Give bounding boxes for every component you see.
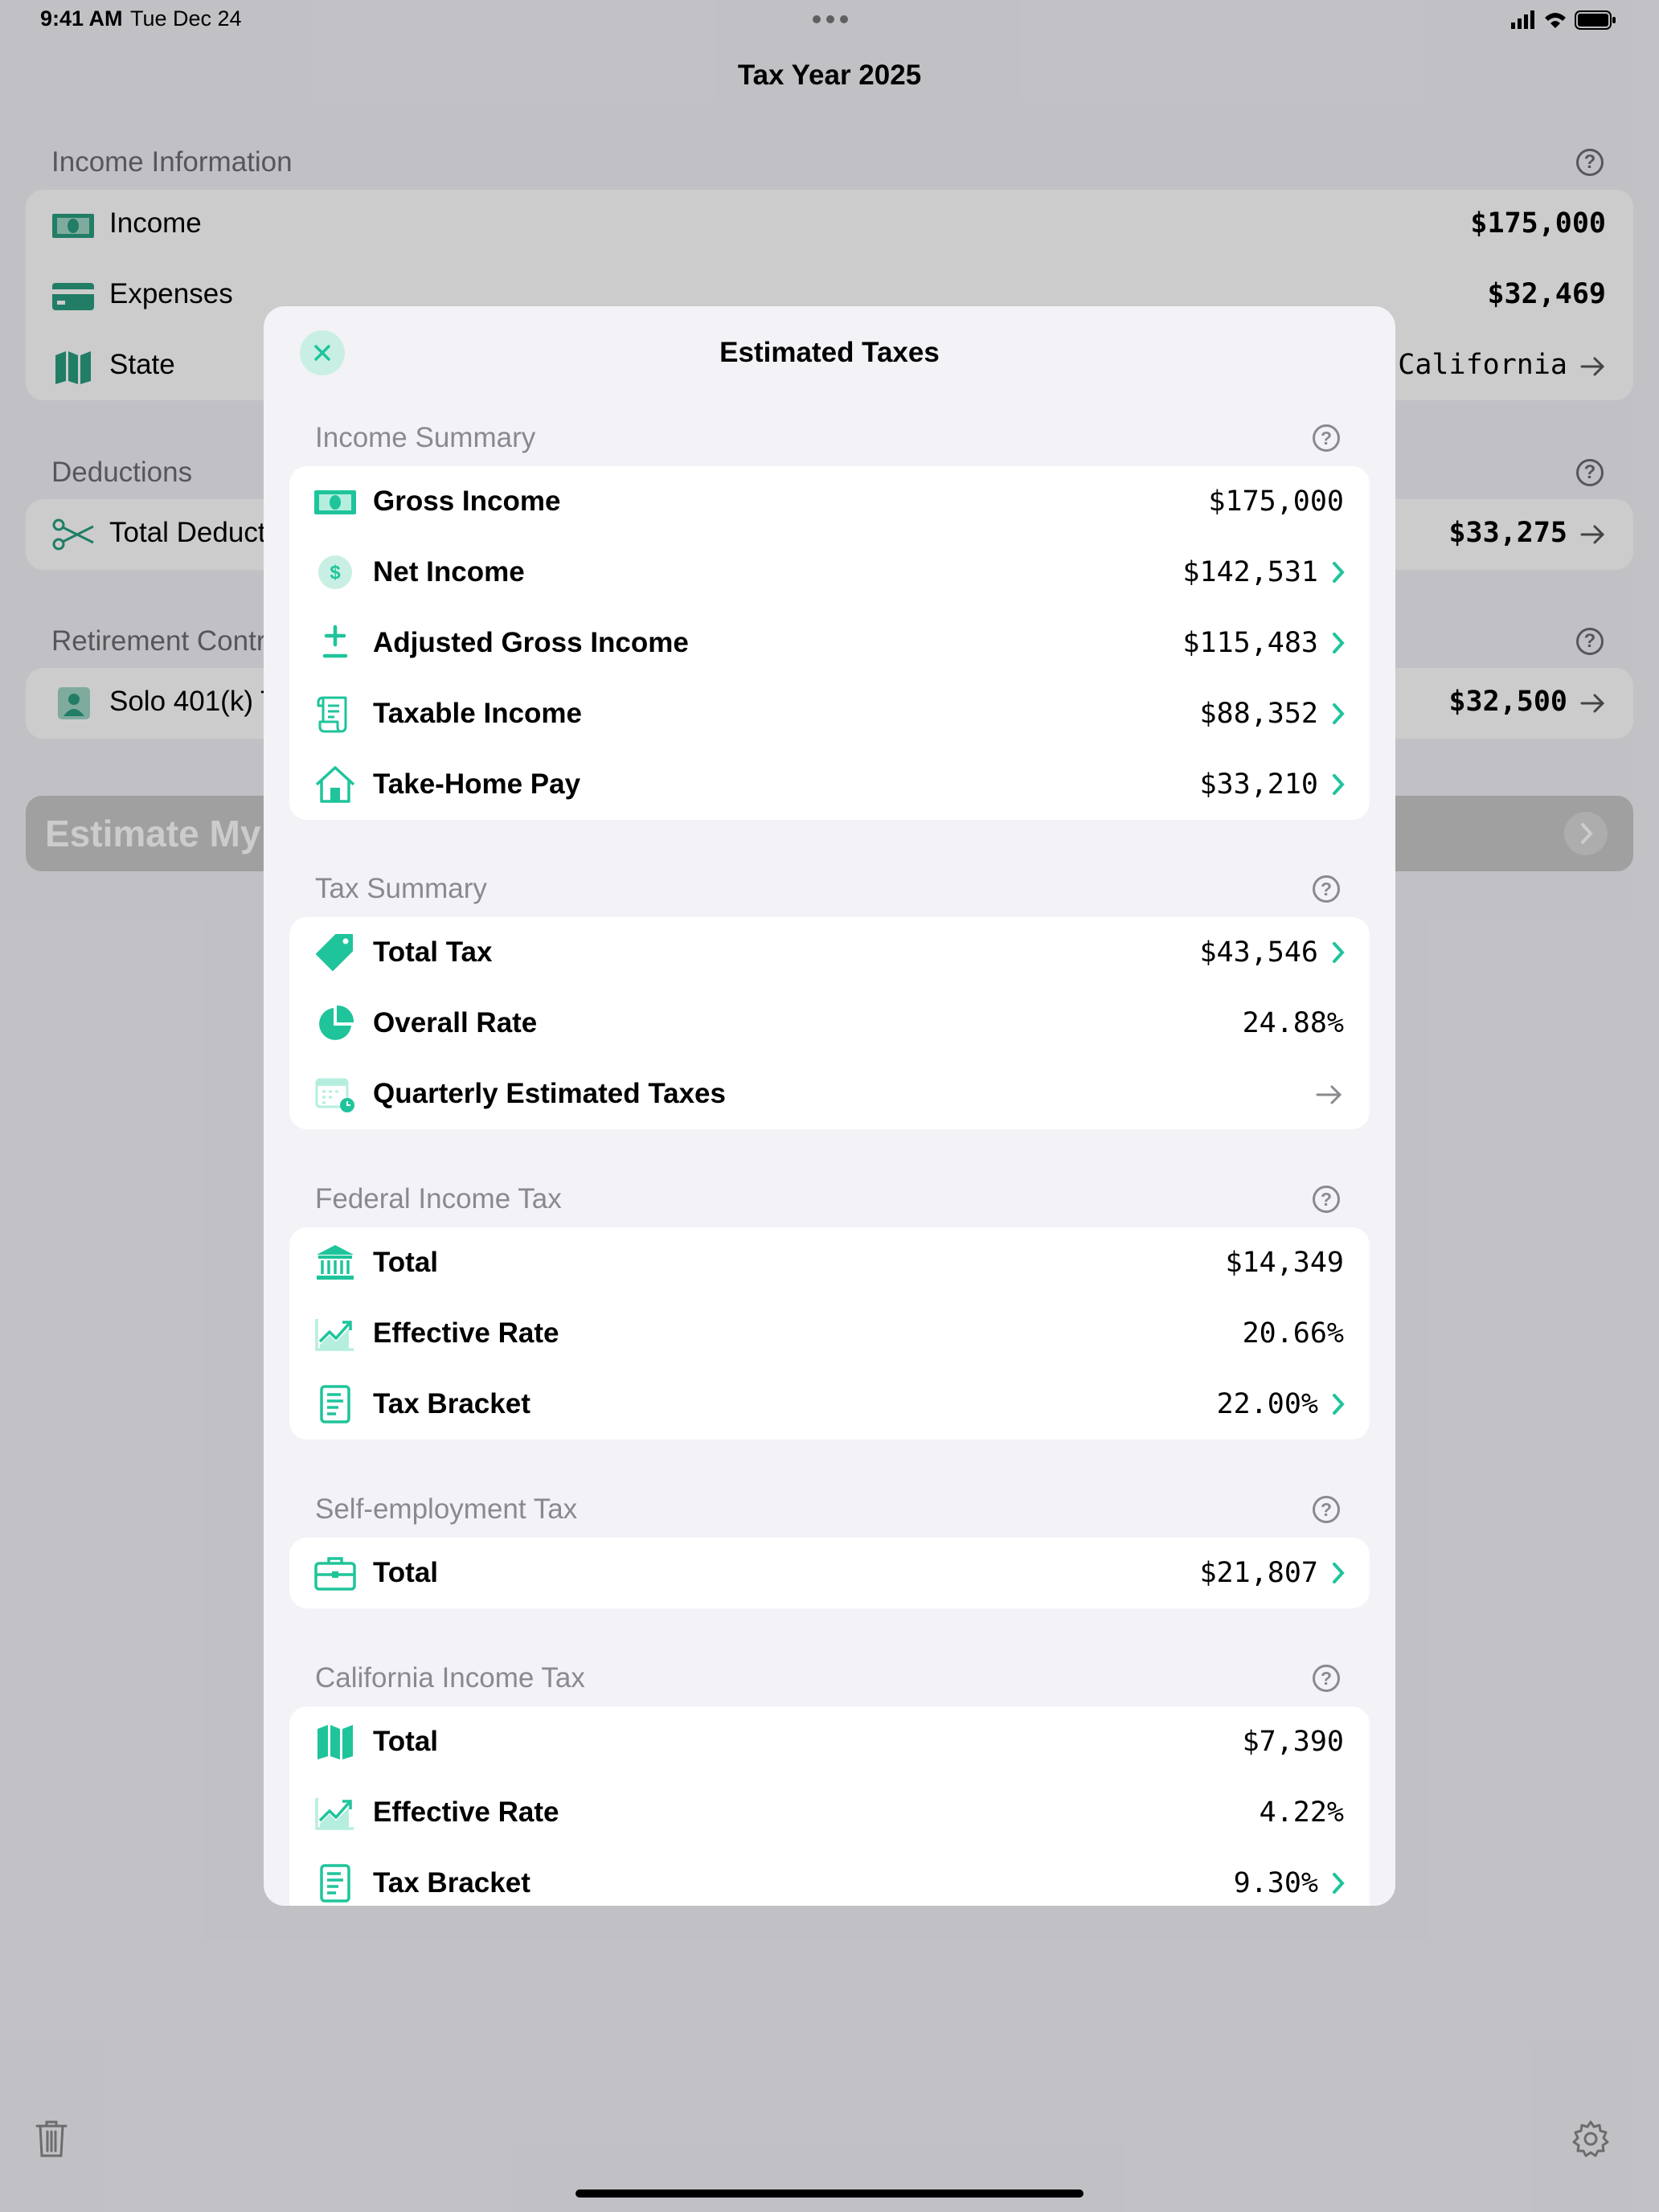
overall-rate-row: Overall Rate 24.88% [289, 988, 1370, 1059]
federal-total-value: $14,349 [1225, 1247, 1344, 1279]
calendar-clock-icon [315, 1078, 354, 1112]
agi-label: Adjusted Gross Income [373, 627, 689, 658]
federal-income-tax-card: Total $14,349 Effective Rate 20.66% Tax … [289, 1227, 1370, 1440]
chevron-right-icon [1333, 774, 1345, 795]
gross-income-label: Gross Income [373, 485, 561, 517]
map-icon [317, 1725, 353, 1759]
tax-summary-header: Tax Summary [315, 873, 487, 904]
tag-icon [316, 934, 353, 971]
help-icon[interactable]: ? [1313, 1496, 1340, 1523]
quarterly-estimated-taxes-label: Quarterly Estimated Taxes [373, 1078, 726, 1109]
briefcase-icon [314, 1557, 356, 1591]
income-summary-header: Income Summary [315, 422, 536, 453]
california-total-value: $7,390 [1242, 1726, 1344, 1758]
self-employment-total-row[interactable]: Total $21,807 [289, 1538, 1370, 1608]
total-tax-row[interactable]: Total Tax $43,546 [289, 917, 1370, 988]
net-income-value: $142,531 [1182, 556, 1318, 588]
total-tax-label: Total Tax [373, 936, 493, 968]
arrow-right-icon [1316, 1085, 1342, 1104]
pie-icon [319, 1005, 354, 1040]
income-summary-card: Gross Income $175,000 $ Net Income $142,… [289, 466, 1370, 820]
self-employment-total-value: $21,807 [1199, 1557, 1318, 1589]
svg-text:$: $ [330, 562, 341, 584]
federal-income-tax-header: Federal Income Tax [315, 1183, 562, 1215]
sheet-title: Estimated Taxes [719, 337, 940, 368]
california-effective-rate-row: Effective Rate 4.22% [289, 1777, 1370, 1848]
net-income-row[interactable]: $ Net Income $142,531 [289, 537, 1370, 608]
federal-effective-rate-label: Effective Rate [373, 1317, 559, 1349]
self-employment-tax-header: Self-employment Tax [315, 1493, 578, 1525]
chevron-right-icon [1333, 942, 1345, 963]
california-tax-bracket-label: Tax Bracket [373, 1867, 530, 1899]
self-employment-tax-card: Total $21,807 [289, 1538, 1370, 1608]
cash-icon [314, 490, 356, 514]
federal-total-label: Total [373, 1247, 439, 1278]
scroll-icon [317, 696, 347, 733]
quarterly-estimated-taxes-row[interactable]: Quarterly Estimated Taxes [289, 1059, 1370, 1129]
house-icon [315, 766, 355, 803]
federal-effective-rate-value: 20.66% [1242, 1317, 1344, 1350]
taxable-income-value: $88,352 [1199, 698, 1318, 730]
agi-value: $115,483 [1182, 627, 1318, 659]
take-home-pay-row[interactable]: Take-Home Pay $33,210 [289, 749, 1370, 820]
federal-tax-bracket-label: Tax Bracket [373, 1388, 530, 1419]
gross-income-value: $175,000 [1208, 485, 1344, 518]
chevron-right-icon [1333, 562, 1345, 583]
plus-minus-icon [322, 625, 348, 658]
trend-chart-icon [315, 1798, 354, 1830]
taxable-income-label: Taxable Income [373, 698, 583, 729]
estimated-taxes-sheet: Estimated Taxes Income Summary ? Gross I… [264, 306, 1395, 1906]
california-effective-rate-label: Effective Rate [373, 1796, 559, 1828]
federal-tax-bracket-value: 22.00% [1216, 1388, 1318, 1420]
trend-chart-icon [315, 1319, 354, 1351]
take-home-pay-value: $33,210 [1199, 768, 1318, 801]
california-income-tax-header: California Income Tax [315, 1662, 585, 1694]
help-icon[interactable]: ? [1313, 875, 1340, 903]
bank-icon [317, 1245, 354, 1280]
chevron-right-icon [1333, 633, 1345, 653]
california-effective-rate-value: 4.22% [1259, 1796, 1344, 1829]
california-tax-bracket-value: 9.30% [1233, 1867, 1318, 1899]
chevron-right-icon [1333, 1394, 1345, 1415]
help-icon[interactable]: ? [1313, 1186, 1340, 1213]
document-icon [320, 1864, 350, 1903]
help-icon[interactable]: ? [1313, 424, 1340, 452]
self-employment-total-label: Total [373, 1557, 439, 1588]
take-home-pay-label: Take-Home Pay [373, 768, 581, 800]
taxable-income-row[interactable]: Taxable Income $88,352 [289, 678, 1370, 749]
help-icon[interactable]: ? [1313, 1665, 1340, 1692]
federal-tax-bracket-row[interactable]: Tax Bracket 22.00% [289, 1369, 1370, 1440]
federal-total-row: Total $14,349 [289, 1227, 1370, 1298]
overall-rate-label: Overall Rate [373, 1007, 538, 1038]
agi-row[interactable]: Adjusted Gross Income $115,483 [289, 608, 1370, 678]
overall-rate-value: 24.88% [1242, 1007, 1344, 1039]
dollar-circle-icon: $ [318, 555, 352, 589]
california-tax-bracket-row[interactable]: Tax Bracket 9.30% [289, 1848, 1370, 1906]
document-icon [320, 1385, 350, 1423]
chevron-right-icon [1333, 703, 1345, 724]
chevron-right-icon [1333, 1873, 1345, 1894]
net-income-label: Net Income [373, 556, 525, 588]
california-total-row: Total $7,390 [289, 1706, 1370, 1777]
chevron-right-icon [1333, 1563, 1345, 1583]
california-income-tax-card: Total $7,390 Effective Rate 4.22% Tax Br… [289, 1706, 1370, 1906]
federal-effective-rate-row: Effective Rate 20.66% [289, 1298, 1370, 1369]
gross-income-row: Gross Income $175,000 [289, 466, 1370, 537]
california-total-label: Total [373, 1726, 439, 1757]
tax-summary-card: Total Tax $43,546 Overall Rate 24.88% Qu… [289, 917, 1370, 1129]
total-tax-value: $43,546 [1199, 936, 1318, 969]
